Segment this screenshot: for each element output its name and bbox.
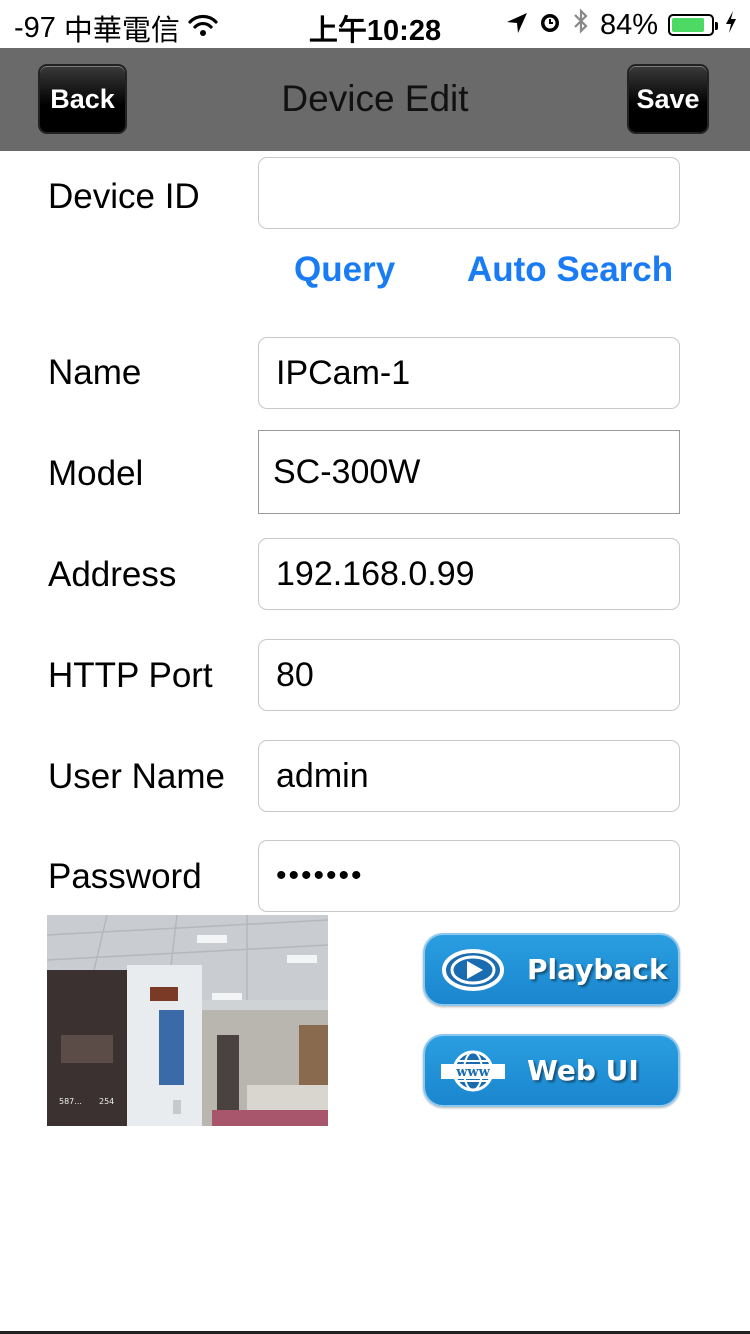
user-name-field[interactable]: admin [258,740,680,812]
device-id-field[interactable] [258,157,680,229]
auto-search-button[interactable]: Auto Search [467,250,673,290]
web-ui-label: Web UI [527,1054,639,1087]
status-right: 84% [506,7,738,43]
user-name-label: User Name [48,757,225,796]
signal-strength: -97 [14,11,56,44]
bluetooth-icon [572,7,590,43]
address-label: Address [48,555,177,594]
playback-button[interactable]: Playback [423,933,680,1006]
web-ui-button[interactable]: www Web UI [423,1034,680,1107]
http-port-field[interactable]: 80 [258,639,680,711]
model-label: Model [48,454,144,493]
svg-text:www: www [455,1065,490,1080]
carrier-name: 中華電信 [63,15,180,47]
address-field[interactable]: 192.168.0.99 [258,538,680,610]
save-button[interactable]: Save [627,64,709,134]
battery-level [672,18,704,32]
password-field[interactable]: ••••••• [258,840,680,912]
wifi-icon [188,12,218,45]
charging-icon [724,9,738,42]
battery-percent: 84% [599,8,658,41]
playback-label: Playback [527,953,668,986]
snapshot-overlay-left: 587... [59,1097,82,1106]
model-field[interactable]: SC-300W [258,430,680,514]
name-field[interactable]: IPCam-1 [258,337,680,409]
http-port-label: HTTP Port [48,656,213,695]
location-arrow-icon [506,9,528,42]
camera-snapshot[interactable]: 587... 254 [47,915,328,1126]
name-label: Name [48,353,142,392]
device-id-label: Device ID [48,177,200,216]
status-left: -97 中華電信 [14,7,218,49]
query-button[interactable]: Query [294,250,395,290]
status-bar: -97 中華電信 上午10:28 84% [0,0,750,48]
battery-icon [668,14,718,36]
alarm-icon [538,9,562,42]
snapshot-overlay-right: 254 [99,1097,114,1106]
password-label: Password [48,857,202,896]
globe-icon: www [439,1049,507,1093]
nav-bar: Back Device Edit Save [0,48,750,151]
play-icon [441,948,505,992]
snapshot-image: 587... 254 [47,915,328,1126]
